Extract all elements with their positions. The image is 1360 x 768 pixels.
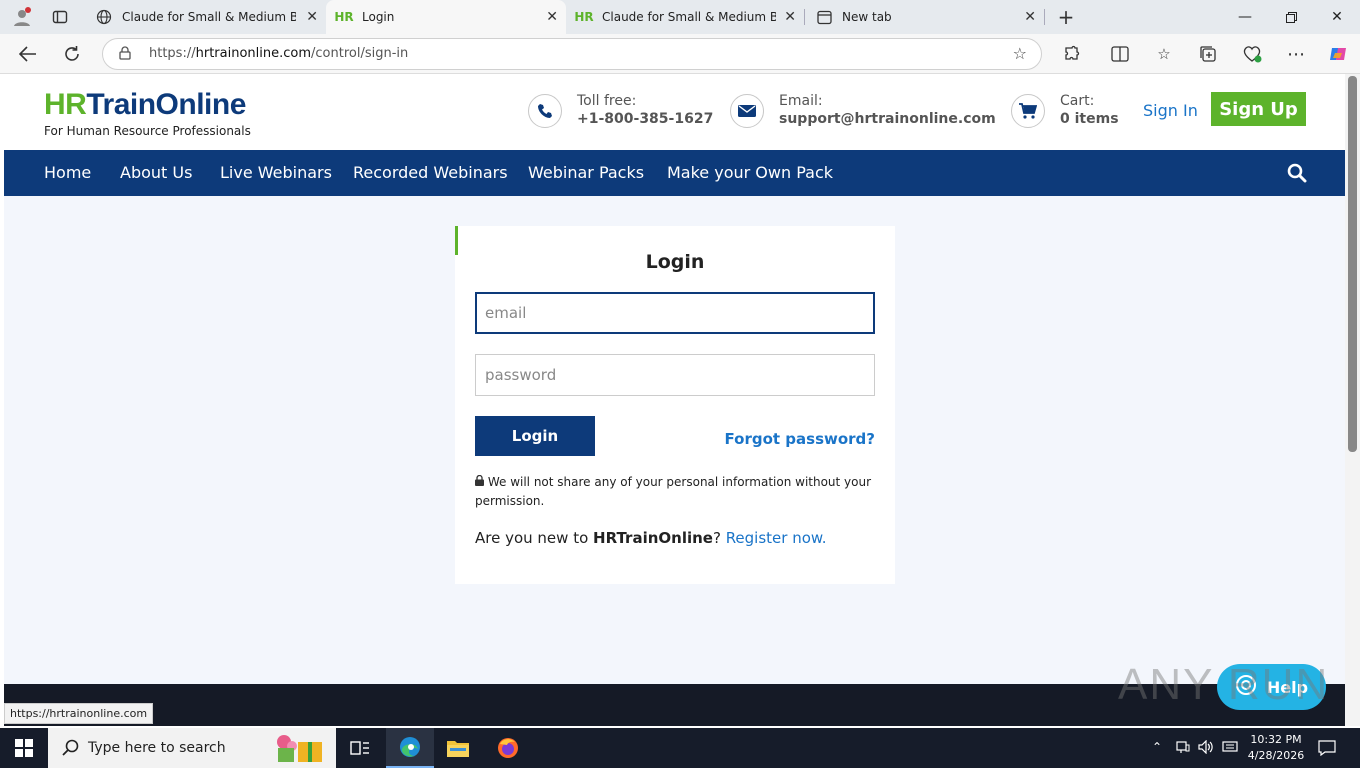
taskbar-clock[interactable]: 10:32 PM 4/28/2026 [1246,732,1306,764]
browser-tab-strip: Claude for Small & Medium Busin ✕ HR Log… [0,0,1360,34]
url-text: https://hrtrainonline.com/control/sign-i… [149,46,409,61]
hr-favicon: HR [334,10,354,24]
support-email[interactable]: support@hrtrainonline.com [779,110,996,128]
tray-chevron-icon[interactable]: ⌃ [1152,740,1162,754]
nav-recorded-webinars[interactable]: Recorded Webinars [353,163,508,182]
email-contact: Email: support@hrtrainonline.com [730,92,996,128]
favorites-icon[interactable]: ☆ [1150,40,1178,68]
close-tab-icon[interactable]: ✕ [1024,9,1036,25]
cart-summary[interactable]: Cart: 0 items [1011,92,1119,128]
windows-start-icon[interactable] [0,728,48,768]
register-prompt: Are you new to HRTrainOnline? Register n… [475,529,827,547]
new-tab-plus-icon[interactable]: + [1054,5,1078,29]
login-button[interactable]: Login [475,416,595,456]
settings-more-icon[interactable]: ⋯ [1282,40,1310,68]
main-nav: Home About Us Live Webinars Recorded Web… [4,150,1345,196]
tab-login[interactable]: HR Login ✕ [326,0,566,34]
cart-label: Cart: [1060,93,1095,109]
back-icon[interactable] [14,40,42,68]
tab-title: Login [362,10,395,24]
firefox-icon[interactable] [484,728,532,768]
sign-up-button[interactable]: Sign Up [1211,92,1306,126]
restore-button[interactable] [1268,0,1314,34]
close-window-button[interactable]: ✕ [1314,0,1360,34]
site-logo[interactable]: HRTrainOnline [44,88,246,122]
address-bar[interactable]: https://hrtrainonline.com/control/sign-i… [102,38,1042,70]
new-tab-icon [814,10,834,25]
web-page: HRTrainOnline For Human Resource Profess… [4,74,1345,726]
hr-favicon: HR [574,10,594,24]
split-screen-icon[interactable] [1106,40,1134,68]
sign-in-link[interactable]: Sign In [1143,101,1198,120]
extensions-icon[interactable] [1058,40,1086,68]
windows-taskbar: Type here to search ⌃ 10:32 PM 4/28/2026 [0,728,1360,768]
site-header: HRTrainOnline For Human Resource Profess… [4,74,1345,150]
tab-claude-1[interactable]: Claude for Small & Medium Busin ✕ [86,0,326,34]
tab-claude-2[interactable]: HR Claude for Small & Medium Busin ✕ [566,0,804,34]
search-icon[interactable] [1287,163,1307,183]
privacy-note-text: We will not share any of your personal i… [475,475,872,508]
tray-network-icon[interactable] [1176,740,1190,757]
privacy-note: We will not share any of your personal i… [475,473,875,511]
cart-icon [1011,94,1045,128]
tab-new-tab[interactable]: New tab ✕ [806,0,1044,34]
nav-live-webinars[interactable]: Live Webinars [220,163,332,182]
taskbar-search-box[interactable]: Type here to search [48,728,336,768]
toll-free-contact: Toll free: +1-800-385-1627 [528,92,713,128]
tray-volume-icon[interactable] [1198,739,1214,757]
tab-title: New tab [842,10,892,24]
nav-home[interactable]: Home [44,163,91,182]
copilot-icon[interactable] [1324,40,1352,68]
phone-icon [528,94,562,128]
profile-icon[interactable] [8,5,36,29]
clock-date: 4/28/2026 [1247,749,1305,762]
tab-title: Claude for Small & Medium Busin [122,10,296,24]
status-bar-url: https://hrtrainonline.com [4,703,154,724]
browser-essentials-icon[interactable] [1238,40,1266,68]
taskbar-search-placeholder: Type here to search [88,740,226,756]
search-highlight-icon [270,732,326,768]
cart-count: 0 items [1060,111,1119,127]
minimize-button[interactable]: — [1222,0,1268,34]
login-title: Login [645,251,705,273]
close-tab-icon[interactable]: ✕ [546,9,558,25]
nav-webinar-packs[interactable]: Webinar Packs [528,163,644,182]
login-card: Login email password Login Forgot passwo… [455,226,895,584]
nav-make-your-own-pack[interactable]: Make your Own Pack [667,163,833,182]
clock-time: 10:32 PM [1250,733,1302,746]
forgot-password-link[interactable]: Forgot password? [725,430,876,448]
register-brand: HRTrainOnline [593,529,713,547]
email-field[interactable]: email [475,292,875,334]
register-now-link[interactable]: Register now. [726,529,827,547]
search-icon [62,739,80,761]
collections-icon[interactable] [1194,40,1222,68]
notifications-icon[interactable] [1318,740,1336,759]
close-tab-icon[interactable]: ✕ [784,9,796,25]
envelope-icon [730,94,764,128]
toll-free-number[interactable]: +1-800-385-1627 [577,110,713,128]
tab-title: Claude for Small & Medium Busin [602,10,776,24]
edge-taskbar-icon[interactable] [386,728,434,768]
refresh-icon[interactable] [58,40,86,68]
globe-icon [94,9,114,25]
address-bar-row: https://hrtrainonline.com/control/sign-i… [0,34,1360,74]
tab-separator [804,9,805,25]
site-info-icon[interactable] [119,46,131,63]
close-tab-icon[interactable]: ✕ [306,9,318,25]
toll-free-label: Toll free: [577,93,637,109]
tray-ime-icon[interactable] [1222,740,1238,757]
lock-icon [475,474,484,489]
tab-separator [1044,9,1045,25]
favorite-star-icon[interactable]: ☆ [1013,44,1027,63]
file-explorer-icon[interactable] [434,728,482,768]
page-scrollbar[interactable] [1345,74,1360,726]
password-field[interactable]: password [475,354,875,396]
email-label: Email: [779,93,823,109]
site-tagline: For Human Resource Professionals [44,124,251,138]
tab-actions-icon[interactable] [48,5,72,29]
anyrun-watermark: ANY RUN [1118,660,1330,709]
nav-about-us[interactable]: About Us [120,163,192,182]
task-view-icon[interactable] [336,728,384,768]
scrollbar-thumb[interactable] [1348,76,1357,452]
